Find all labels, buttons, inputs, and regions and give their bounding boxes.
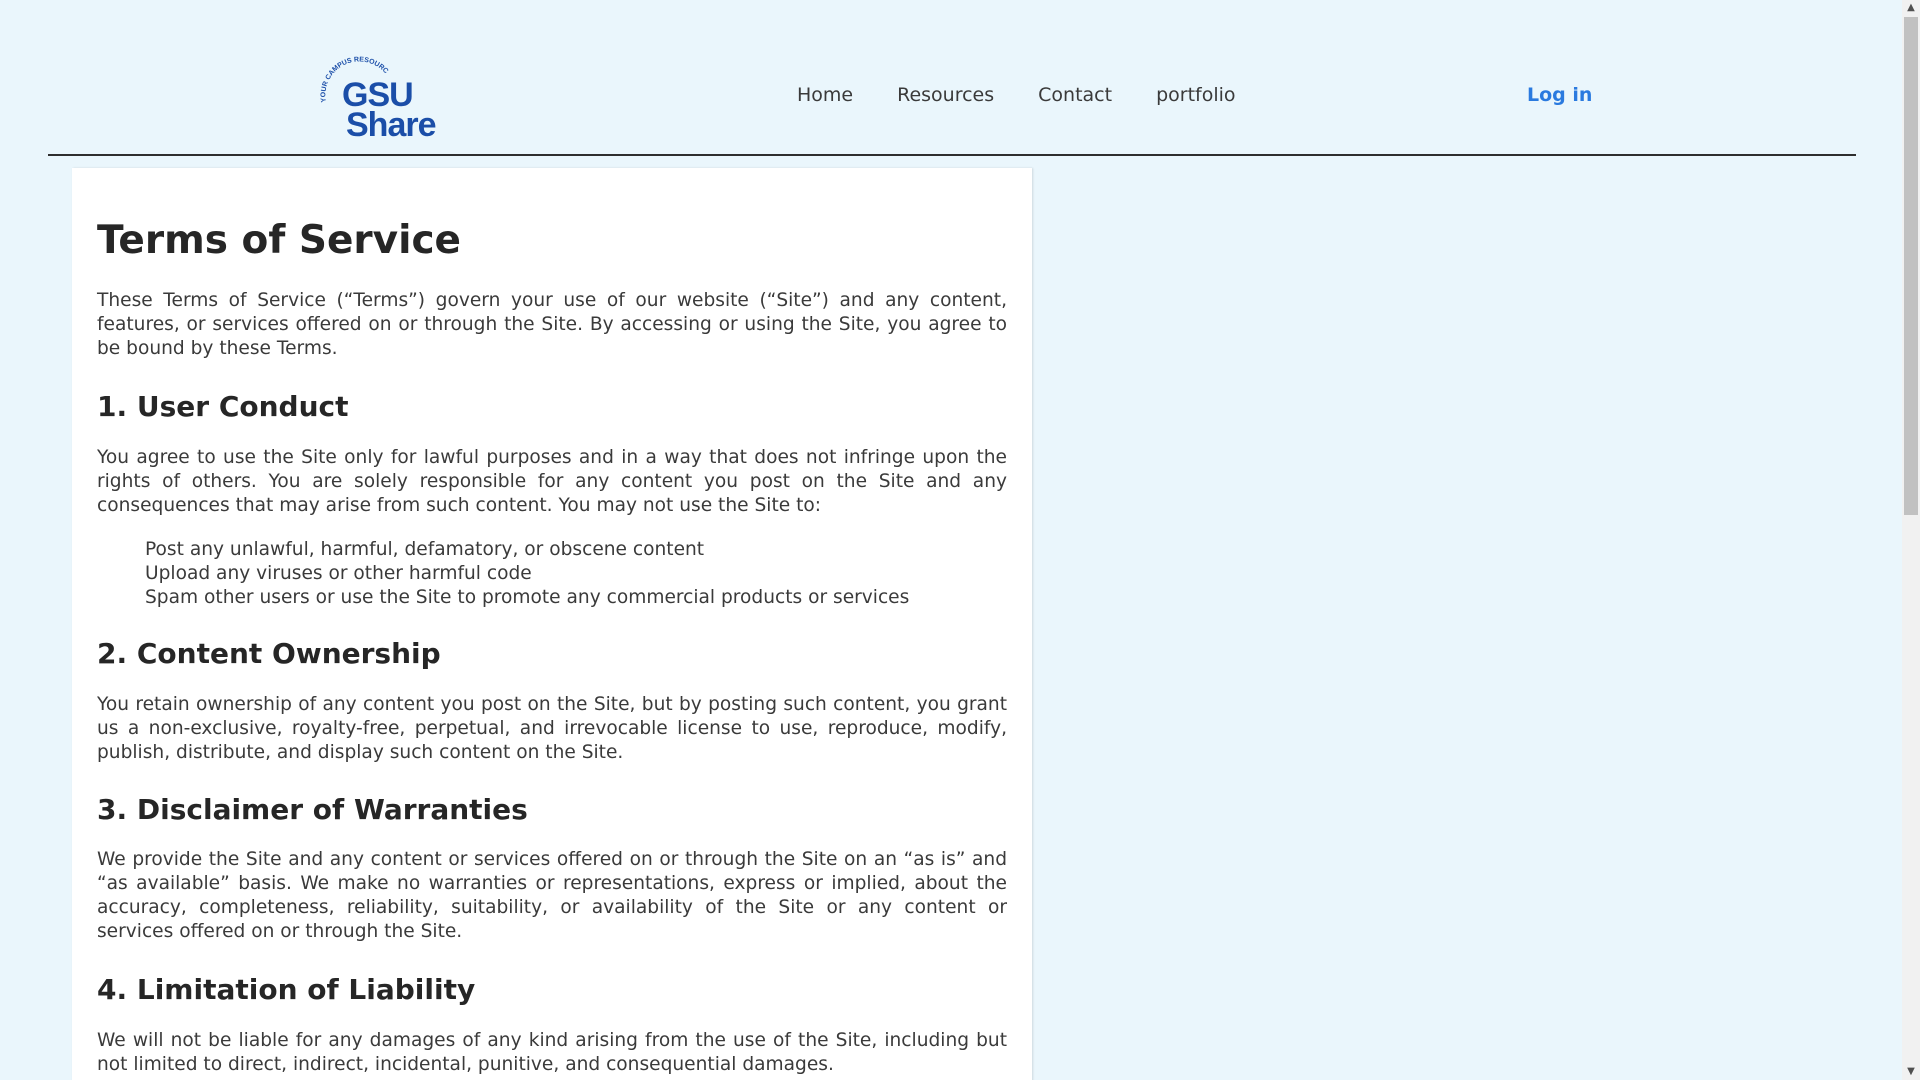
page-viewport: YOUR CAMPUS RESOURCE SOLUTION GSU Share … <box>0 0 1902 1080</box>
scrollbar-thumb[interactable] <box>1904 17 1918 515</box>
login-link[interactable]: Log in <box>1527 84 1592 106</box>
nav-portfolio[interactable]: portfolio <box>1156 84 1235 106</box>
list-item: Post any unlawful, harmful, defamatory, … <box>145 539 705 560</box>
header-divider <box>48 154 1856 156</box>
site-logo[interactable]: YOUR CAMPUS RESOURCE SOLUTION GSU Share <box>320 52 440 142</box>
list-item: Upload any viruses or other harmful code <box>145 563 532 584</box>
site-header: YOUR CAMPUS RESOURCE SOLUTION GSU Share … <box>0 0 1902 156</box>
scroll-up-arrow-icon[interactable]: ▲ <box>1902 0 1920 16</box>
section-heading-user-conduct: 1. User Conduct <box>97 390 349 423</box>
intro-paragraph: These Terms of Service (“Terms”) govern … <box>97 290 1007 359</box>
section-body-liability: We will not be liable for any damages of… <box>97 1030 1007 1075</box>
section-heading-liability: 4. Limitation of Liability <box>97 973 476 1006</box>
section-body-user-conduct: You agree to use the Site only for lawfu… <box>97 447 1007 516</box>
section-heading-disclaimer: 3. Disclaimer of Warranties <box>97 793 528 826</box>
nav-home[interactable]: Home <box>797 84 853 106</box>
scroll-down-arrow-icon[interactable]: ▼ <box>1902 1064 1920 1080</box>
list-item: Spam other users or use the Site to prom… <box>145 587 910 608</box>
terms-card: Terms of Service These Terms of Service … <box>72 168 1032 1080</box>
logo-text-share: Share <box>346 106 436 144</box>
prohibited-uses-list: Post any unlawful, harmful, defamatory, … <box>145 538 909 610</box>
main-nav: Home Resources Contact portfolio <box>797 84 1236 106</box>
section-heading-content-ownership: 2. Content Ownership <box>97 637 441 670</box>
section-body-disclaimer: We provide the Site and any content or s… <box>97 849 1007 942</box>
page-title: Terms of Service <box>97 218 462 263</box>
section-body-content-ownership: You retain ownership of any content you … <box>97 694 1007 763</box>
nav-contact[interactable]: Contact <box>1038 84 1112 106</box>
nav-resources[interactable]: Resources <box>897 84 994 106</box>
vertical-scrollbar[interactable]: ▲ ▼ <box>1902 0 1920 1080</box>
